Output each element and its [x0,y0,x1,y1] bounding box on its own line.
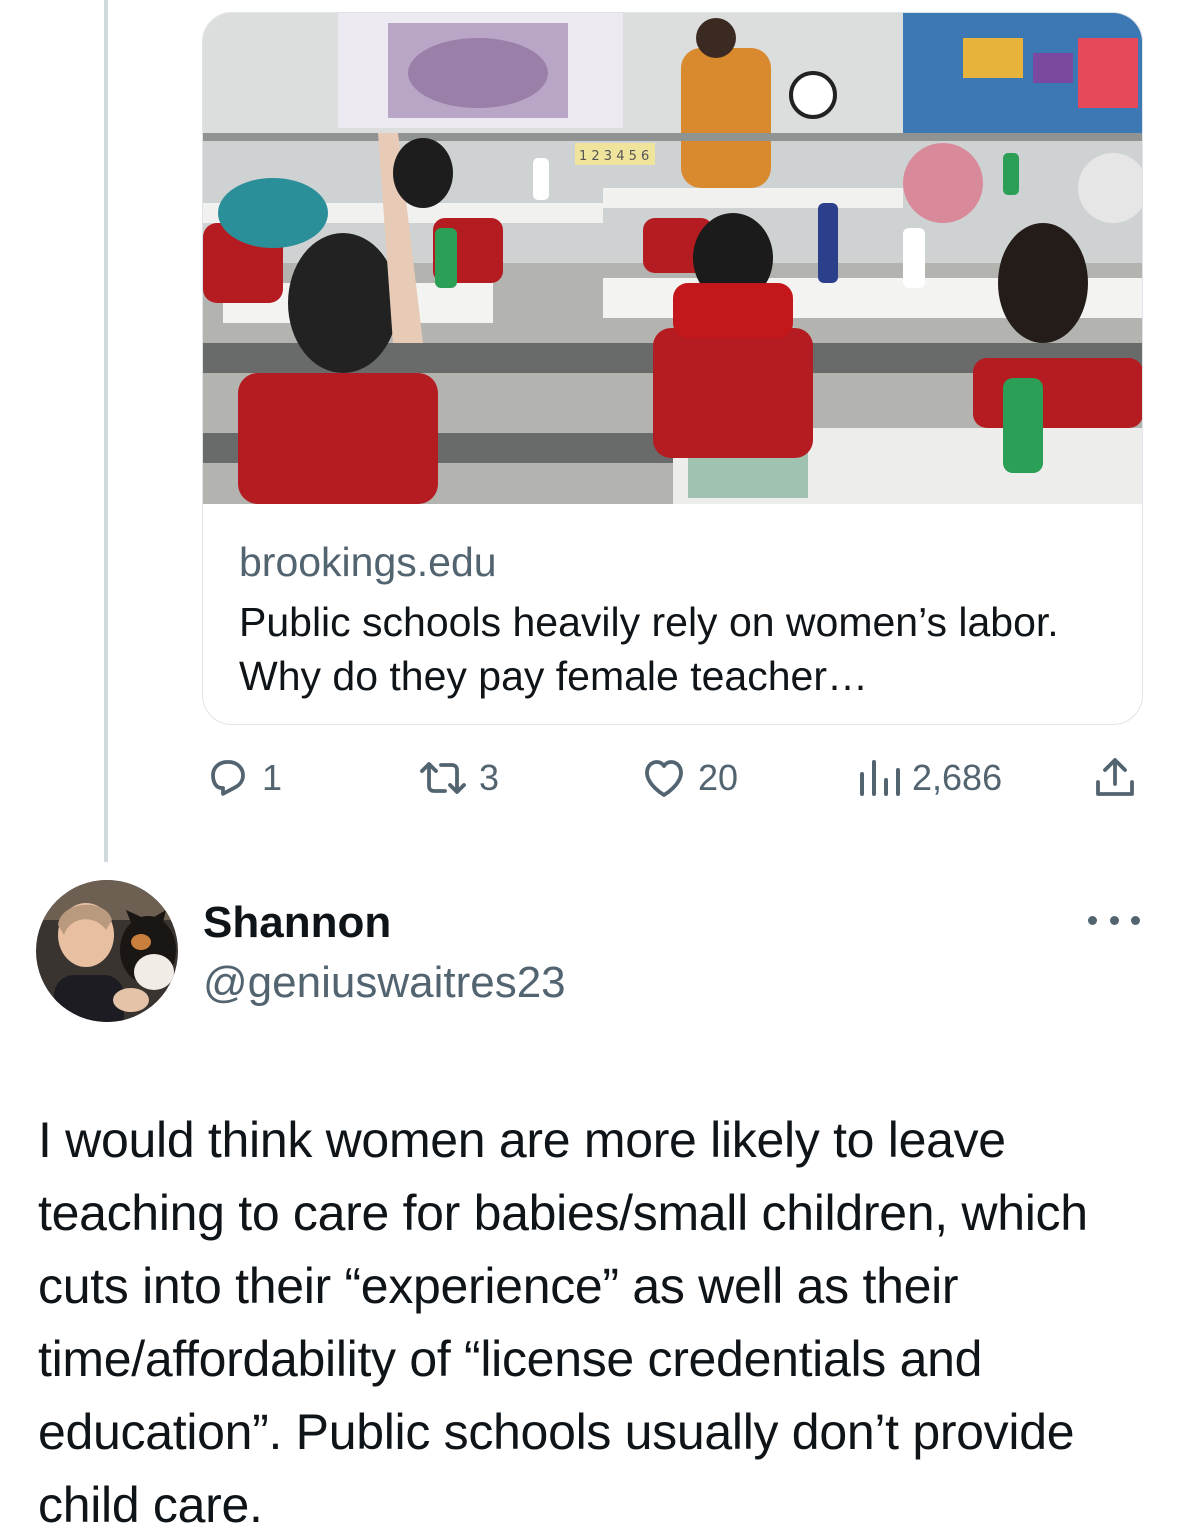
reply-text: I would think women are more likely to l… [38,1112,1088,1533]
link-title: Public schools heavily rely on women’s l… [239,599,1059,699]
views-button[interactable]: 2,686 [856,752,1002,804]
reply-display-name[interactable]: Shannon [203,898,391,948]
views-count: 2,686 [912,757,1003,798]
like-count: 20 [698,757,739,798]
share-icon [1091,754,1139,802]
avatar[interactable] [36,880,178,1022]
reply-count: 1 [262,757,283,798]
link-domain: brookings.edu [239,539,497,585]
reply-button[interactable]: 1 [204,752,282,804]
svg-text:1 2 3 4 5 6: 1 2 3 4 5 6 [579,149,649,164]
reply-handle[interactable]: @geniuswaitres23 [203,958,566,1008]
link-preview-image[interactable]: 1 2 3 4 5 6 [203,13,1142,504]
like-button[interactable]: 20 [640,752,738,804]
classroom-photo: 1 2 3 4 5 6 [203,13,1142,504]
like-icon [640,754,688,802]
thread-connector-line [104,0,108,862]
share-button[interactable] [1091,752,1139,804]
profile-photo [36,880,178,1022]
retweet-icon [417,754,469,802]
more-icon[interactable] [1088,900,1140,940]
views-icon [856,754,902,802]
tweet-action-bar: 1 3 20 2,686 [0,752,1179,804]
reply-icon [204,754,252,802]
retweet-button[interactable]: 3 [417,752,499,804]
retweet-count: 3 [479,757,500,798]
link-preview-card[interactable]: 1 2 3 4 5 6 brookings.edu Public schools… [202,12,1143,725]
